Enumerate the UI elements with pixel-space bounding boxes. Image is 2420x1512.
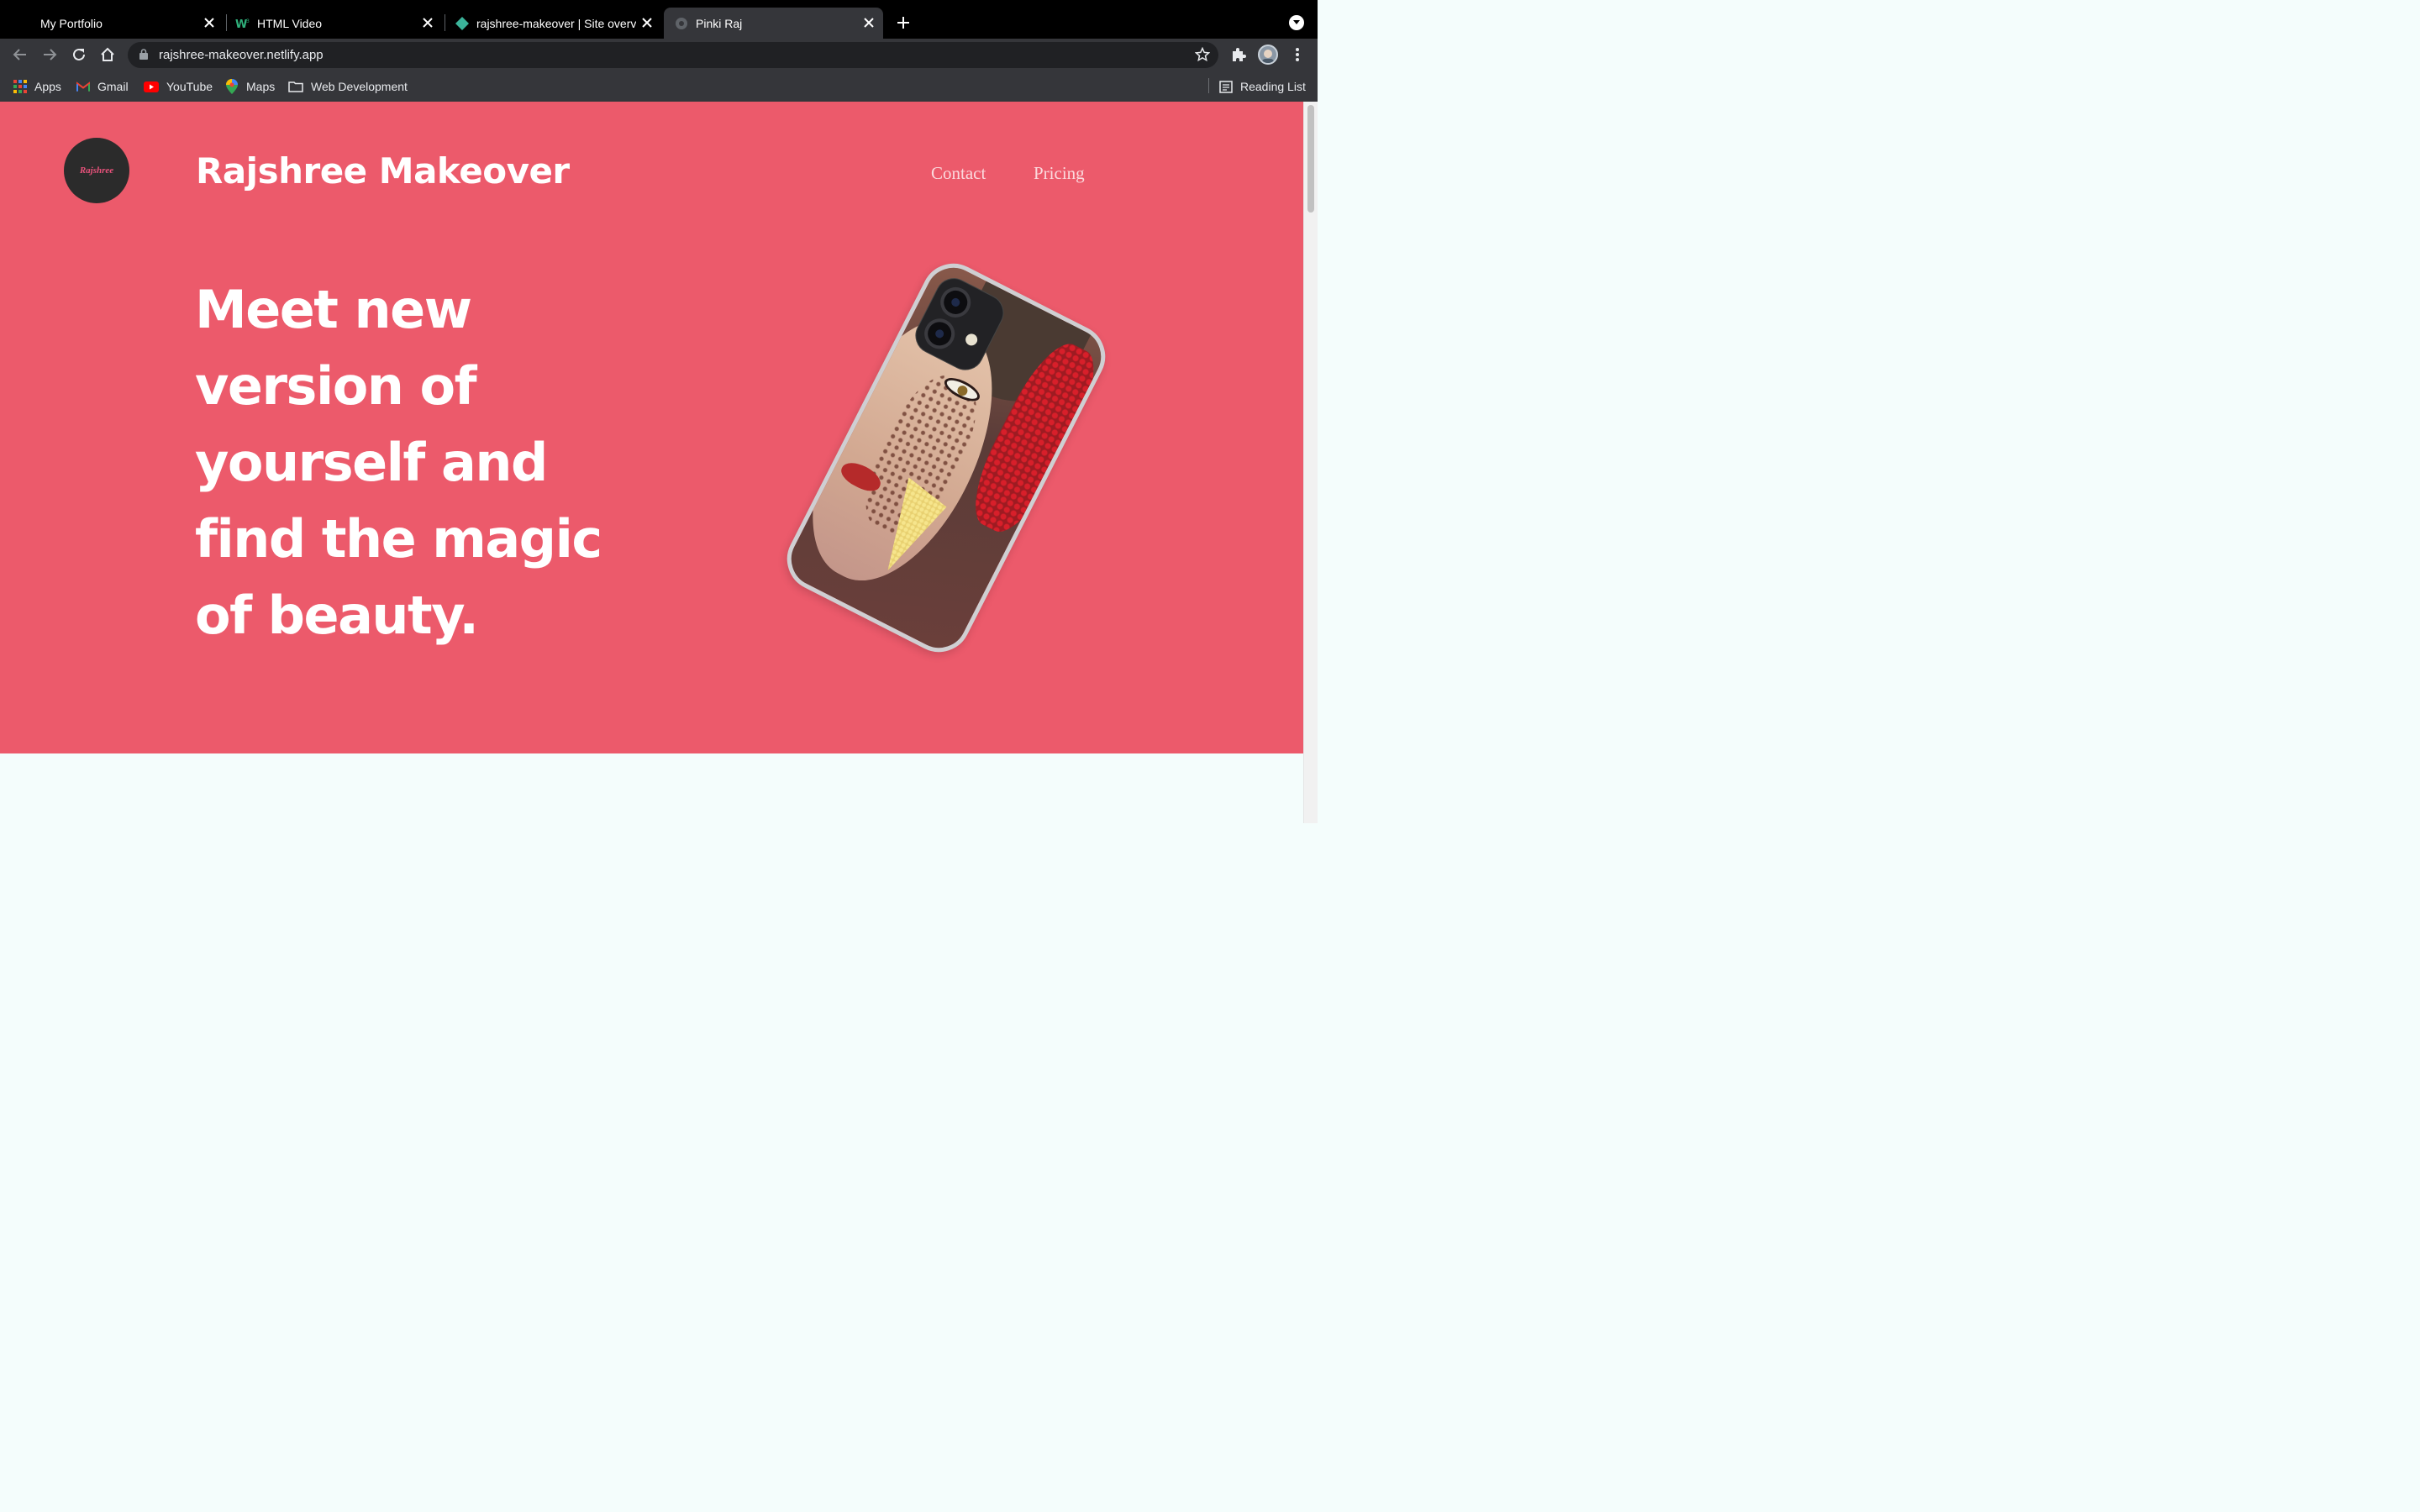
- bookmark-label: YouTube: [166, 80, 213, 93]
- close-icon[interactable]: [420, 15, 435, 30]
- headline-line: Meet new: [195, 279, 472, 340]
- next-section: [0, 753, 1303, 823]
- browser-menu-icon[interactable]: [1291, 46, 1304, 63]
- site-logo[interactable]: Rajshree: [64, 138, 129, 203]
- back-button[interactable]: [10, 45, 30, 65]
- headline-line: find the magic: [195, 508, 602, 570]
- nav-link-pricing[interactable]: Pricing: [1034, 163, 1085, 184]
- home-button[interactable]: [97, 45, 118, 65]
- gmail-icon: [76, 80, 90, 93]
- bookmark-label: Maps: [246, 80, 276, 93]
- camera-lens: [935, 281, 976, 323]
- svg-text:3: 3: [246, 18, 250, 24]
- phone-case-image: [776, 252, 1117, 664]
- url-text: rajshree-makeover.netlify.app: [159, 48, 324, 62]
- tab-title: HTML Video: [257, 16, 323, 30]
- netlify-icon: [455, 16, 470, 31]
- reading-list-label: Reading List: [1240, 80, 1306, 93]
- close-icon[interactable]: [861, 15, 876, 30]
- bookmarks-separator: [1208, 78, 1209, 93]
- tab-title: My Portfolio: [40, 16, 103, 30]
- folder-icon: [288, 80, 303, 93]
- close-icon[interactable]: [202, 15, 217, 30]
- reading-list-icon: [1219, 80, 1233, 93]
- reading-list-button[interactable]: Reading List: [1219, 79, 1306, 94]
- headline-line: of beauty.: [195, 585, 479, 646]
- bookmarks-bar: Apps Gmail YouTube Maps Web Development …: [0, 71, 1318, 102]
- globe-icon: [674, 16, 689, 31]
- nav-link-contact[interactable]: Contact: [931, 163, 986, 184]
- camera-flash: [963, 331, 980, 348]
- extensions-icon[interactable]: [1230, 46, 1247, 67]
- hero-section: Rajshree Rajshree Makeover Contact Prici…: [0, 102, 1303, 753]
- tab-my-portfolio[interactable]: My Portfolio: [32, 8, 224, 39]
- tab-pinki-raj[interactable]: Pinki Raj: [664, 8, 883, 39]
- bookmark-youtube[interactable]: YouTube: [144, 79, 213, 94]
- close-icon[interactable]: [639, 15, 655, 30]
- tab-html-video[interactable]: W3 HTML Video: [235, 8, 442, 39]
- bookmark-gmail[interactable]: Gmail: [76, 79, 129, 94]
- logo-text: Rajshree: [79, 165, 114, 176]
- maps-icon: [225, 79, 239, 94]
- profile-avatar[interactable]: [1258, 45, 1278, 65]
- bookmark-web-development[interactable]: Web Development: [288, 79, 408, 94]
- tab-title: Pinki Raj: [696, 16, 743, 30]
- site-title: Rajshree Makeover: [196, 150, 570, 192]
- tab-separator: [226, 14, 227, 31]
- bookmark-label: Web Development: [311, 80, 408, 93]
- lock-icon: [139, 49, 148, 64]
- w3schools-icon: W3: [235, 16, 250, 31]
- address-bar[interactable]: rajshree-makeover.netlify.app: [128, 42, 1218, 68]
- apps-grid-icon: [13, 80, 27, 93]
- headline-line: yourself and: [195, 432, 548, 493]
- bookmark-star-icon[interactable]: [1194, 46, 1211, 66]
- hero-headline: Meet new version of yourself and find th…: [195, 271, 666, 654]
- headline-line: version of: [195, 355, 477, 417]
- youtube-icon: [144, 80, 159, 93]
- bookmark-label: Apps: [34, 80, 61, 93]
- camera-lens: [918, 313, 960, 354]
- tab-search-icon[interactable]: [1289, 15, 1304, 30]
- new-tab-button[interactable]: [892, 12, 914, 34]
- page-scrollbar[interactable]: [1303, 102, 1318, 823]
- bookmark-label: Gmail: [97, 80, 129, 93]
- bookmark-maps[interactable]: Maps: [225, 79, 275, 94]
- tab-strip: My Portfolio W3 HTML Video rajshree-make…: [0, 0, 1318, 39]
- scrollbar-thumb[interactable]: [1307, 105, 1314, 213]
- reload-button[interactable]: [69, 45, 89, 65]
- forward-button[interactable]: [39, 45, 60, 65]
- phone-case: [776, 252, 1117, 664]
- browser-toolbar: rajshree-makeover.netlify.app: [0, 39, 1318, 71]
- tab-netlify-site[interactable]: rajshree-makeover | Site overview: [455, 8, 661, 39]
- bookmark-apps[interactable]: Apps: [13, 79, 61, 94]
- tab-title: rajshree-makeover | Site overview: [476, 16, 636, 30]
